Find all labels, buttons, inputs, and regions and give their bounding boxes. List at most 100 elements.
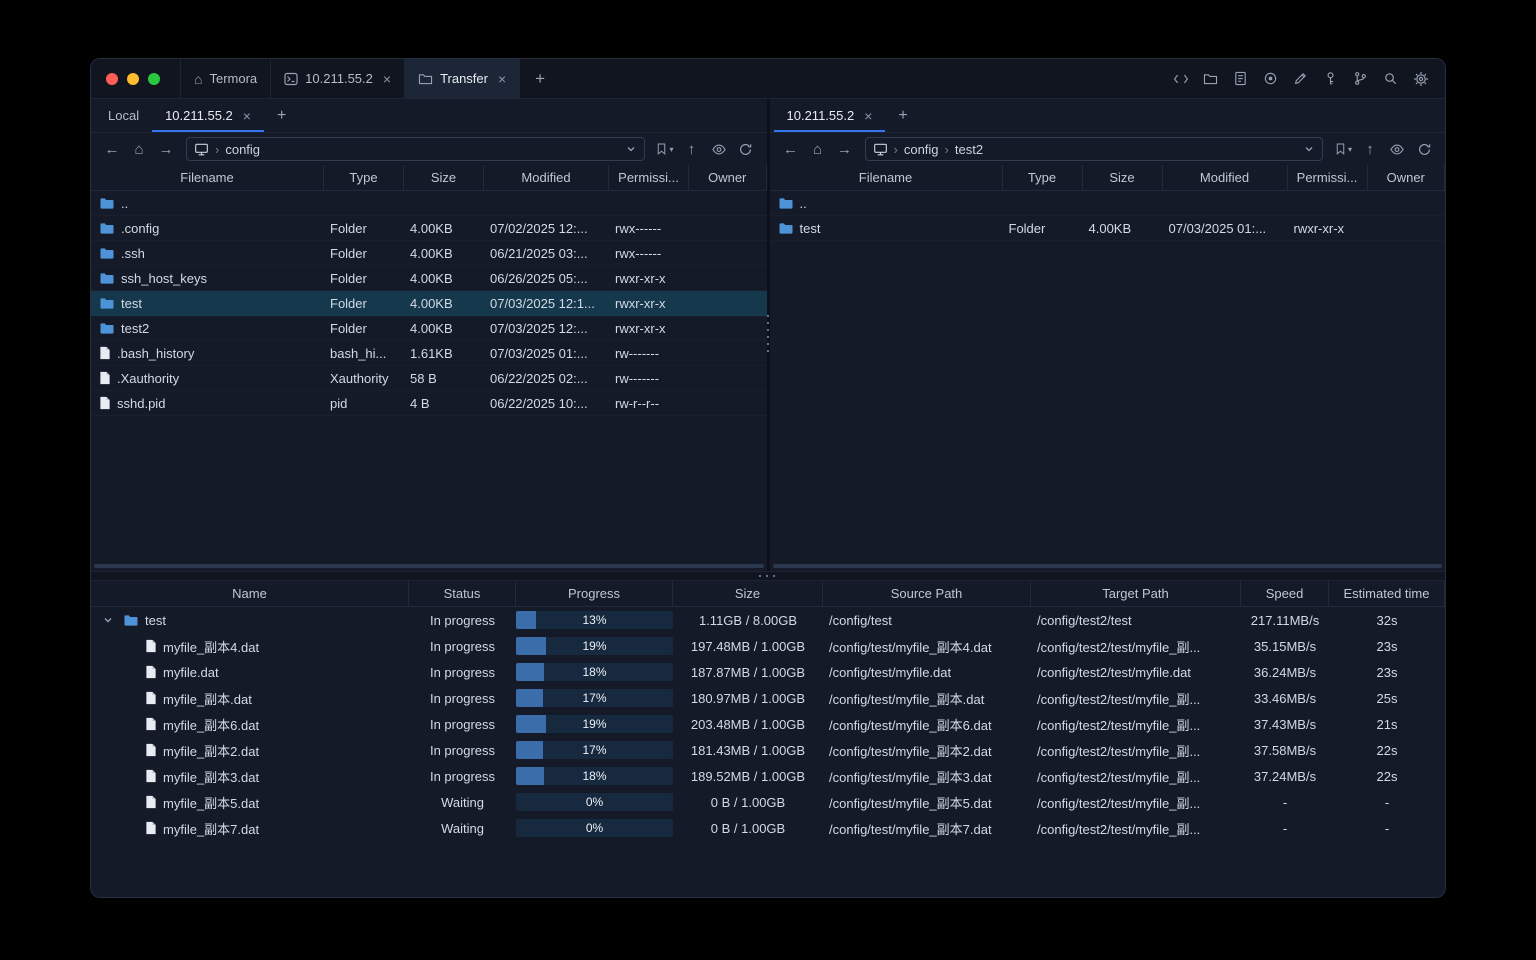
- transfer-row[interactable]: myfile_副本6.dat In progress 19% 203.48MB …: [91, 711, 1445, 737]
- column-header[interactable]: Size: [1083, 165, 1163, 190]
- column-header[interactable]: Modified: [1163, 165, 1288, 190]
- bookmark-icon[interactable]: ▾: [652, 137, 678, 161]
- transfer-row[interactable]: test In progress 13% 1.11GB / 8.00GB /co…: [91, 607, 1445, 633]
- home-icon[interactable]: ⌂: [126, 137, 152, 161]
- column-header[interactable]: Speed: [1241, 581, 1329, 606]
- transfer-splitter[interactable]: [91, 571, 1445, 581]
- new-window-tab-button[interactable]: +: [520, 59, 560, 98]
- close-window-button[interactable]: [106, 72, 118, 85]
- column-header[interactable]: Size: [673, 581, 823, 606]
- new-panel-tab-button[interactable]: +: [264, 99, 299, 132]
- up-icon[interactable]: ↑: [679, 137, 705, 161]
- close-icon[interactable]: ×: [498, 72, 506, 86]
- edit-icon[interactable]: [1288, 66, 1313, 91]
- breadcrumb-segment[interactable]: › config: [888, 142, 939, 157]
- new-panel-tab-button[interactable]: +: [885, 99, 920, 132]
- column-header[interactable]: Progress: [516, 581, 673, 606]
- transfer-row[interactable]: myfile_副本4.dat In progress 19% 197.48MB …: [91, 633, 1445, 659]
- record-icon[interactable]: [1258, 66, 1283, 91]
- close-icon[interactable]: ×: [383, 72, 391, 86]
- back-icon[interactable]: ←: [778, 137, 804, 161]
- transfer-row[interactable]: myfile_副本7.dat Waiting 0% 0 B / 1.00GB /…: [91, 815, 1445, 841]
- column-header[interactable]: Type: [324, 165, 404, 190]
- transfer-row[interactable]: myfile_副本.dat In progress 17% 180.97MB /…: [91, 685, 1445, 711]
- eye-icon[interactable]: [706, 137, 732, 161]
- code-icon[interactable]: [1168, 66, 1193, 91]
- column-header[interactable]: Target Path: [1031, 581, 1241, 606]
- eye-icon[interactable]: [1384, 137, 1410, 161]
- path-bar[interactable]: › config › test2: [864, 137, 1323, 161]
- chevron-down-icon[interactable]: [1303, 143, 1315, 155]
- table-row[interactable]: test Folder 4.00KB 07/03/2025 12:1... rw…: [91, 291, 767, 316]
- panel-tab[interactable]: 10.211.55.2 ×: [774, 99, 886, 132]
- settings-icon[interactable]: [1408, 66, 1433, 91]
- column-header[interactable]: Owner: [1368, 165, 1445, 190]
- file-name: test: [799, 220, 821, 236]
- transfer-row[interactable]: myfile_副本3.dat In progress 18% 189.52MB …: [91, 763, 1445, 789]
- forward-icon[interactable]: →: [153, 137, 179, 161]
- file-type: Folder: [330, 320, 367, 336]
- table-row[interactable]: .config Folder 4.00KB 07/02/2025 12:... …: [91, 216, 767, 241]
- column-header[interactable]: Name: [91, 581, 409, 606]
- up-icon[interactable]: ↑: [1357, 137, 1383, 161]
- close-icon[interactable]: ×: [243, 109, 251, 123]
- column-header[interactable]: Size: [404, 165, 484, 190]
- file-permissions: rw-------: [615, 345, 660, 361]
- branch-icon[interactable]: [1348, 66, 1373, 91]
- path-bar[interactable]: › config: [186, 137, 645, 161]
- table-row[interactable]: .ssh Folder 4.00KB 06/21/2025 03:... rwx…: [91, 241, 767, 266]
- column-header[interactable]: Filename: [91, 165, 324, 190]
- close-icon[interactable]: ×: [864, 109, 872, 123]
- horizontal-scrollbar[interactable]: [91, 562, 767, 571]
- panel-tab[interactable]: 10.211.55.2 ×: [152, 99, 264, 132]
- transfer-size: 0 B / 1.00GB: [710, 820, 786, 836]
- refresh-icon[interactable]: [733, 137, 759, 161]
- column-header[interactable]: Status: [409, 581, 516, 606]
- window-tab[interactable]: ⌂ Transfer ×: [405, 59, 521, 98]
- scrollbar-thumb[interactable]: [94, 563, 764, 568]
- table-row[interactable]: test Folder 4.00KB 07/03/2025 01:... rwx…: [769, 216, 1445, 241]
- table-row[interactable]: .Xauthority Xauthority 58 B 06/22/2025 0…: [91, 366, 767, 391]
- table-row[interactable]: ..: [91, 191, 767, 216]
- transfer-row[interactable]: myfile.dat In progress 18% 187.87MB / 1.…: [91, 659, 1445, 685]
- column-header[interactable]: Source Path: [823, 581, 1031, 606]
- home-icon[interactable]: ⌂: [805, 137, 831, 161]
- chevron-down-icon[interactable]: [625, 143, 637, 155]
- table-row[interactable]: .bash_history bash_hi... 1.61KB 07/03/20…: [91, 341, 767, 366]
- forward-icon[interactable]: →: [832, 137, 858, 161]
- transfer-name-cell: myfile_副本4.dat: [91, 633, 409, 659]
- scrollbar-thumb[interactable]: [772, 563, 1442, 568]
- panel-tab[interactable]: Local ×: [95, 99, 152, 132]
- column-header[interactable]: Type: [1003, 165, 1083, 190]
- panel-splitter[interactable]: [766, 99, 770, 571]
- file-type: Folder: [330, 270, 367, 286]
- window-tab[interactable]: ⌂ Termora ×: [180, 59, 272, 98]
- table-row[interactable]: ..: [769, 191, 1445, 216]
- transfer-row[interactable]: myfile_副本2.dat In progress 17% 181.43MB …: [91, 737, 1445, 763]
- bookmark-icon[interactable]: ▾: [1330, 137, 1356, 161]
- column-header[interactable]: Permissi...: [1288, 165, 1368, 190]
- folder-icon[interactable]: [1198, 66, 1223, 91]
- table-row[interactable]: test2 Folder 4.00KB 07/03/2025 12:... rw…: [91, 316, 767, 341]
- window-tab[interactable]: ⌂ 10.211.55.2 ×: [271, 59, 406, 98]
- column-header[interactable]: Owner: [689, 165, 767, 190]
- transfer-row[interactable]: myfile_副本5.dat Waiting 0% 0 B / 1.00GB /…: [91, 789, 1445, 815]
- column-header[interactable]: Modified: [484, 165, 609, 190]
- column-header[interactable]: Estimated time: [1329, 581, 1445, 606]
- table-row[interactable]: ssh_host_keys Folder 4.00KB 06/26/2025 0…: [91, 266, 767, 291]
- search-icon[interactable]: [1378, 66, 1403, 91]
- transfer-table-header: Name Status Progress Size Source Path Ta…: [91, 581, 1445, 607]
- column-header[interactable]: Permissi...: [609, 165, 689, 190]
- minimize-window-button[interactable]: [127, 72, 139, 85]
- expand-chevron-icon[interactable]: [99, 615, 117, 625]
- zoom-window-button[interactable]: [148, 72, 160, 85]
- breadcrumb-segment[interactable]: › config: [209, 142, 260, 157]
- table-row[interactable]: sshd.pid pid 4 B 06/22/2025 10:... rw-r-…: [91, 391, 767, 416]
- column-header[interactable]: Filename: [770, 165, 1003, 190]
- back-icon[interactable]: ←: [99, 137, 125, 161]
- log-icon[interactable]: [1228, 66, 1253, 91]
- refresh-icon[interactable]: [1411, 137, 1437, 161]
- breadcrumb-segment[interactable]: › test2: [939, 142, 984, 157]
- horizontal-scrollbar[interactable]: [770, 562, 1446, 571]
- key-icon[interactable]: [1318, 66, 1343, 91]
